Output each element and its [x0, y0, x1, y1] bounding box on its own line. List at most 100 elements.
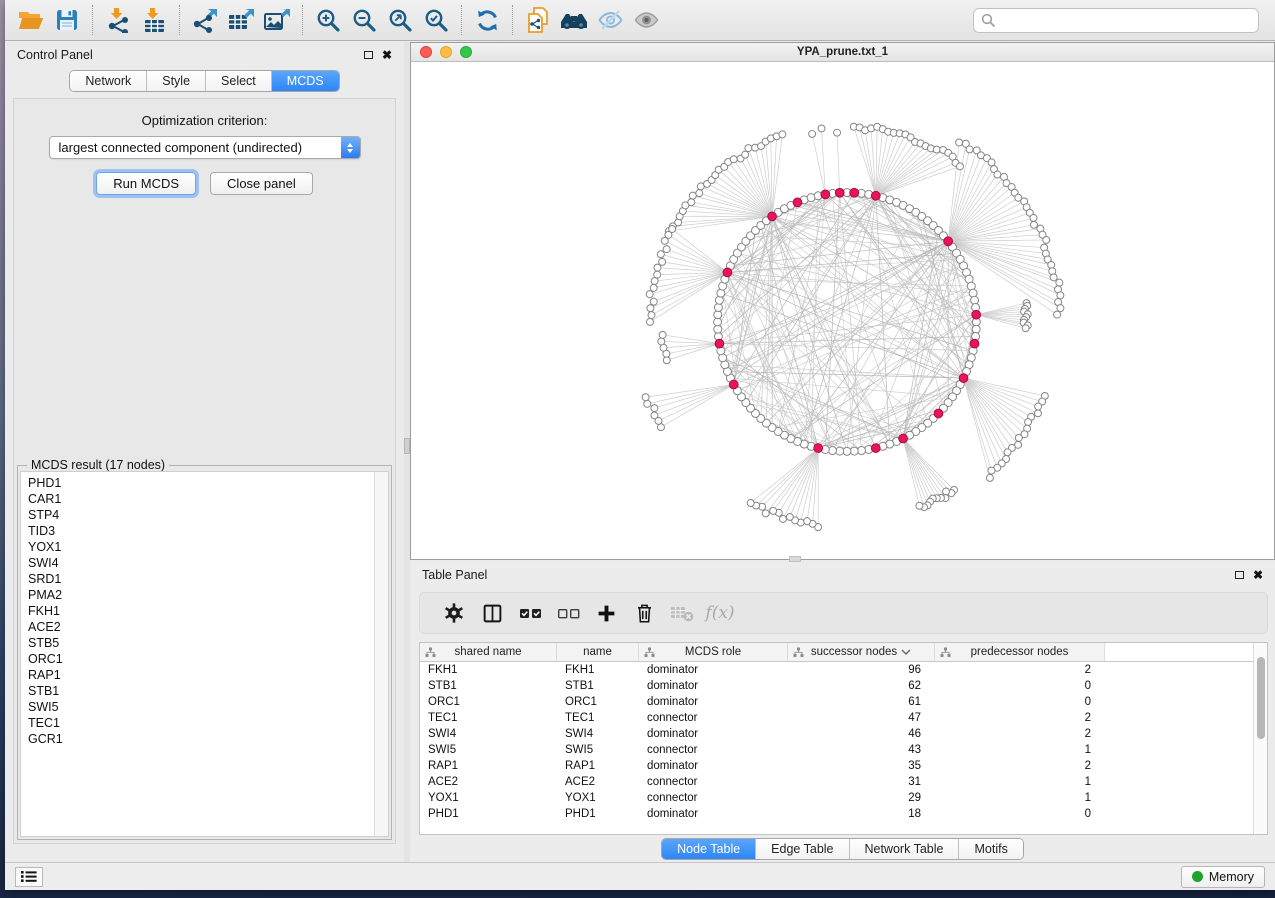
- first-neighbors-icon[interactable]: [556, 4, 592, 36]
- table-cell: 35: [788, 760, 935, 772]
- table-row[interactable]: YOX1YOX1connector291: [420, 790, 1253, 806]
- table-settings-gear-icon[interactable]: [435, 597, 473, 629]
- table-row[interactable]: PHD1PHD1dominator180: [420, 806, 1253, 822]
- export-image-icon[interactable]: [259, 4, 295, 36]
- table-row[interactable]: SWI5SWI5connector431: [420, 742, 1253, 758]
- open-file-icon[interactable]: [13, 4, 49, 36]
- table-cell: 29: [788, 792, 935, 804]
- hide-selected-icon[interactable]: [592, 4, 628, 36]
- zoom-fit-icon[interactable]: [382, 4, 418, 36]
- function-builder-icon[interactable]: f(x): [701, 597, 739, 629]
- table-scrollbar-thumb[interactable]: [1257, 657, 1265, 739]
- mcds-result-item[interactable]: TEC1: [21, 715, 374, 731]
- table-row[interactable]: ACE2ACE2connector311: [420, 774, 1253, 790]
- table-cell: STB1: [420, 680, 557, 692]
- tab-node-table[interactable]: Node Table: [662, 839, 755, 859]
- refresh-icon[interactable]: [469, 4, 505, 36]
- mcds-result-item[interactable]: ORC1: [21, 651, 374, 667]
- table-cell: 62: [788, 680, 935, 692]
- import-table-icon[interactable]: [136, 4, 172, 36]
- network-window-titlebar[interactable]: YPA_prune.txt_1: [411, 43, 1274, 62]
- zoom-out-icon[interactable]: [346, 4, 382, 36]
- task-history-button[interactable]: [15, 867, 43, 887]
- control-panel-header: Control Panel ✖: [5, 42, 404, 68]
- import-network-icon[interactable]: [100, 4, 136, 36]
- delete-table-icon[interactable]: [663, 597, 701, 629]
- export-table-icon[interactable]: [223, 4, 259, 36]
- mcds-result-item[interactable]: ACE2: [21, 619, 374, 635]
- tab-network-table[interactable]: Network Table: [849, 839, 959, 859]
- close-panel-icon[interactable]: ✖: [382, 49, 392, 61]
- mcds-result-item[interactable]: SWI4: [21, 555, 374, 571]
- network-search[interactable]: [973, 8, 1259, 33]
- mcds-result-item[interactable]: SRD1: [21, 571, 374, 587]
- mcds-result-item[interactable]: SWI5: [21, 699, 374, 715]
- network-view-canvas[interactable]: [411, 62, 1274, 559]
- optimization-criterion-select[interactable]: largest connected component (undirected): [49, 136, 361, 159]
- table-cell: 0: [935, 696, 1105, 708]
- table-row[interactable]: STB1STB1dominator620: [420, 678, 1253, 694]
- show-all-icon[interactable]: [628, 4, 664, 36]
- table-row[interactable]: RAP1RAP1dominator352: [420, 758, 1253, 774]
- select-all-rows-icon[interactable]: [511, 597, 549, 629]
- memory-button[interactable]: Memory: [1181, 866, 1265, 888]
- delete-column-trash-icon[interactable]: [625, 597, 663, 629]
- mcds-result-item[interactable]: RAP1: [21, 667, 374, 683]
- table-cell: FKH1: [557, 664, 639, 676]
- network-window: YPA_prune.txt_1: [410, 42, 1275, 560]
- column-header-predecessor-nodes[interactable]: predecessor nodes: [935, 643, 1105, 661]
- table-row[interactable]: ORC1ORC1dominator610: [420, 694, 1253, 710]
- float-table-panel-icon[interactable]: [1235, 571, 1244, 579]
- show-columns-icon[interactable]: [473, 597, 511, 629]
- tab-style[interactable]: Style: [146, 71, 205, 91]
- table-cell: PHD1: [557, 808, 639, 820]
- export-network-icon[interactable]: [187, 4, 223, 36]
- save-session-icon[interactable]: [49, 4, 85, 36]
- mcds-result-item[interactable]: FKH1: [21, 603, 374, 619]
- column-header-mcds-role[interactable]: MCDS role: [639, 643, 788, 661]
- optimization-criterion-value: largest connected component (undirected): [50, 140, 341, 155]
- mcds-result-item[interactable]: STB1: [21, 683, 374, 699]
- mcds-list-scrollbar[interactable]: [374, 472, 388, 836]
- tab-mcds[interactable]: MCDS: [271, 71, 339, 91]
- copy-network-icon[interactable]: [520, 4, 556, 36]
- mcds-result-item[interactable]: TID3: [21, 523, 374, 539]
- toolbar-separator: [302, 5, 303, 35]
- mcds-result-item[interactable]: PMA2: [21, 587, 374, 603]
- table-tabs: Node Table Edge Table Network Table Moti…: [410, 838, 1275, 860]
- mcds-result-item[interactable]: CAR1: [21, 491, 374, 507]
- deselect-all-rows-icon[interactable]: [549, 597, 587, 629]
- mcds-result-item[interactable]: PHD1: [21, 475, 374, 491]
- mcds-result-item[interactable]: STP4: [21, 507, 374, 523]
- table-cell: dominator: [639, 664, 788, 676]
- tab-network[interactable]: Network: [70, 71, 146, 91]
- attribute-type-icon: [793, 647, 804, 658]
- run-mcds-button[interactable]: Run MCDS: [96, 172, 196, 195]
- close-panel-button[interactable]: Close panel: [210, 172, 313, 195]
- table-cell: RAP1: [557, 760, 639, 772]
- table-row[interactable]: SWI4SWI4dominator462: [420, 726, 1253, 742]
- search-input[interactable]: [1001, 13, 1251, 27]
- mcds-result-item[interactable]: YOX1: [21, 539, 374, 555]
- mcds-result-item[interactable]: GCR1: [21, 731, 374, 747]
- close-table-panel-icon[interactable]: ✖: [1253, 569, 1263, 581]
- zoom-selected-icon[interactable]: [418, 4, 454, 36]
- network-graph[interactable]: [411, 62, 1274, 559]
- optimization-criterion-label: Optimization criterion:: [14, 113, 395, 128]
- column-header-shared-name[interactable]: shared name: [420, 643, 557, 661]
- tab-select[interactable]: Select: [205, 71, 271, 91]
- column-header-name[interactable]: name: [557, 643, 639, 661]
- table-row[interactable]: TEC1TEC1connector472: [420, 710, 1253, 726]
- column-header-successor-nodes[interactable]: successor nodes: [788, 643, 935, 661]
- float-panel-icon[interactable]: [364, 51, 373, 59]
- mcds-result-item[interactable]: STB5: [21, 635, 374, 651]
- add-column-icon[interactable]: [587, 597, 625, 629]
- table-cell: STB1: [557, 680, 639, 692]
- table-cell: dominator: [639, 808, 788, 820]
- tab-edge-table[interactable]: Edge Table: [755, 839, 848, 859]
- tab-motifs[interactable]: Motifs: [958, 839, 1022, 859]
- zoom-in-icon[interactable]: [310, 4, 346, 36]
- table-scrollbar[interactable]: [1253, 643, 1267, 834]
- table-row[interactable]: FKH1FKH1dominator962: [420, 662, 1253, 678]
- mcds-panel: Optimization criterion: largest connecte…: [13, 98, 396, 844]
